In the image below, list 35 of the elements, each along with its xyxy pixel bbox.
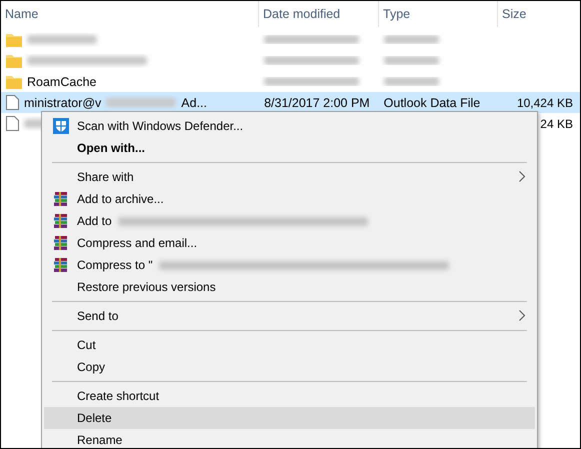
menu-item[interactable]: Delete [44, 407, 535, 429]
menu-item[interactable]: Cut [44, 334, 535, 356]
column-header[interactable]: Date modified [263, 7, 340, 21]
menu-item[interactable]: Open with... [44, 137, 535, 159]
folder-icon [6, 32, 22, 46]
menu-item[interactable]: Send to [44, 305, 535, 327]
date-cell: 8/31/2017 2:00 PM [264, 96, 370, 110]
menu-item[interactable]: Add to [44, 210, 535, 232]
size-cell: 10,424 KB [516, 96, 573, 110]
file-name: Ad... [181, 96, 208, 110]
file-icon [6, 95, 19, 110]
size-cell: 24 KB [540, 116, 573, 130]
column-header[interactable]: Name [5, 7, 38, 21]
menu-item[interactable]: Copy [44, 356, 535, 378]
folder-icon [6, 74, 22, 88]
menu-item[interactable]: Scan with Windows Defender... [44, 115, 535, 137]
archive-icon [53, 257, 69, 273]
archive-icon [53, 213, 69, 229]
menu-item[interactable]: Restore previous versions [44, 276, 535, 298]
shield-icon [53, 118, 69, 134]
type-cell: Outlook Data File [384, 96, 480, 110]
file-icon [6, 116, 19, 131]
archive-icon [53, 235, 69, 251]
menu-item[interactable]: Compress and email... [44, 232, 535, 254]
menu-item[interactable]: Compress to " [44, 254, 535, 276]
file-name: ministrator@v [24, 96, 102, 110]
menu-item[interactable]: Rename [44, 429, 535, 448]
menu-item[interactable]: Add to archive... [44, 188, 535, 210]
column-header[interactable]: Type [383, 7, 410, 21]
file-name: RoamCache [27, 74, 96, 88]
menu-item[interactable]: Share with [44, 166, 535, 188]
menu-item[interactable]: Create shortcut [44, 385, 535, 407]
folder-icon [6, 54, 22, 68]
column-header[interactable]: Size [502, 7, 526, 21]
archive-icon [53, 191, 69, 207]
